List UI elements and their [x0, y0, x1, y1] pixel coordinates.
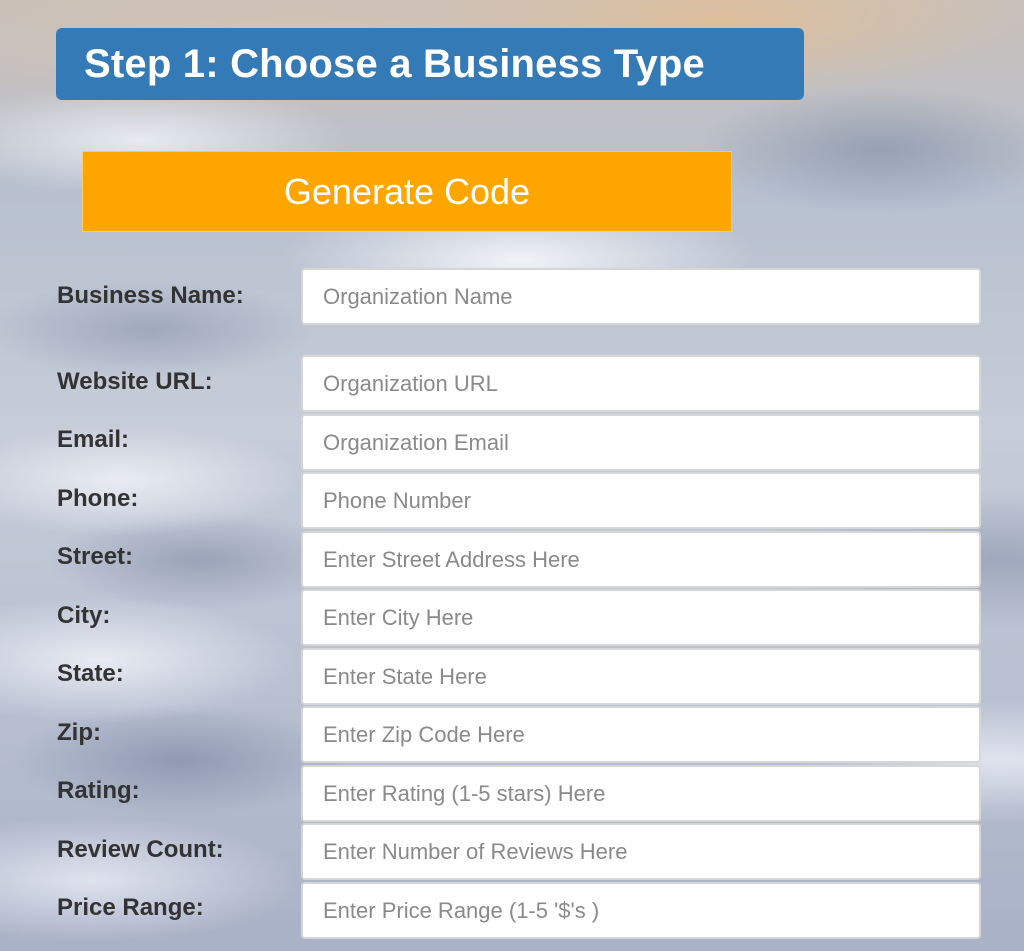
price-range-label: Price Range:	[57, 894, 204, 921]
phone-label: Phone:	[57, 485, 139, 512]
zip-label: Zip:	[57, 719, 101, 746]
price-range-input[interactable]	[301, 882, 981, 939]
review-count-label: Review Count:	[57, 836, 224, 863]
review-count-input[interactable]	[301, 823, 981, 880]
email-label: Email:	[57, 426, 130, 453]
business-name-input[interactable]	[301, 268, 981, 325]
rating-label: Rating:	[57, 777, 140, 804]
state-input[interactable]	[301, 648, 981, 705]
phone-input[interactable]	[301, 472, 981, 529]
website-url-input[interactable]	[301, 355, 981, 412]
state-label: State:	[57, 660, 124, 687]
website-url-label: Website URL:	[57, 368, 213, 395]
street-input[interactable]	[301, 531, 981, 588]
zip-input[interactable]	[301, 706, 981, 763]
step-title-banner: Step 1: Choose a Business Type	[56, 28, 804, 100]
email-input[interactable]	[301, 414, 981, 471]
page-title: Step 1: Choose a Business Type	[84, 41, 705, 86]
rating-input[interactable]	[301, 765, 981, 822]
street-label: Street:	[57, 543, 134, 570]
business-name-label: Business Name:	[57, 282, 244, 309]
city-input[interactable]	[301, 589, 981, 646]
generate-code-button[interactable]: Generate Code	[82, 151, 732, 232]
city-label: City:	[57, 602, 111, 629]
